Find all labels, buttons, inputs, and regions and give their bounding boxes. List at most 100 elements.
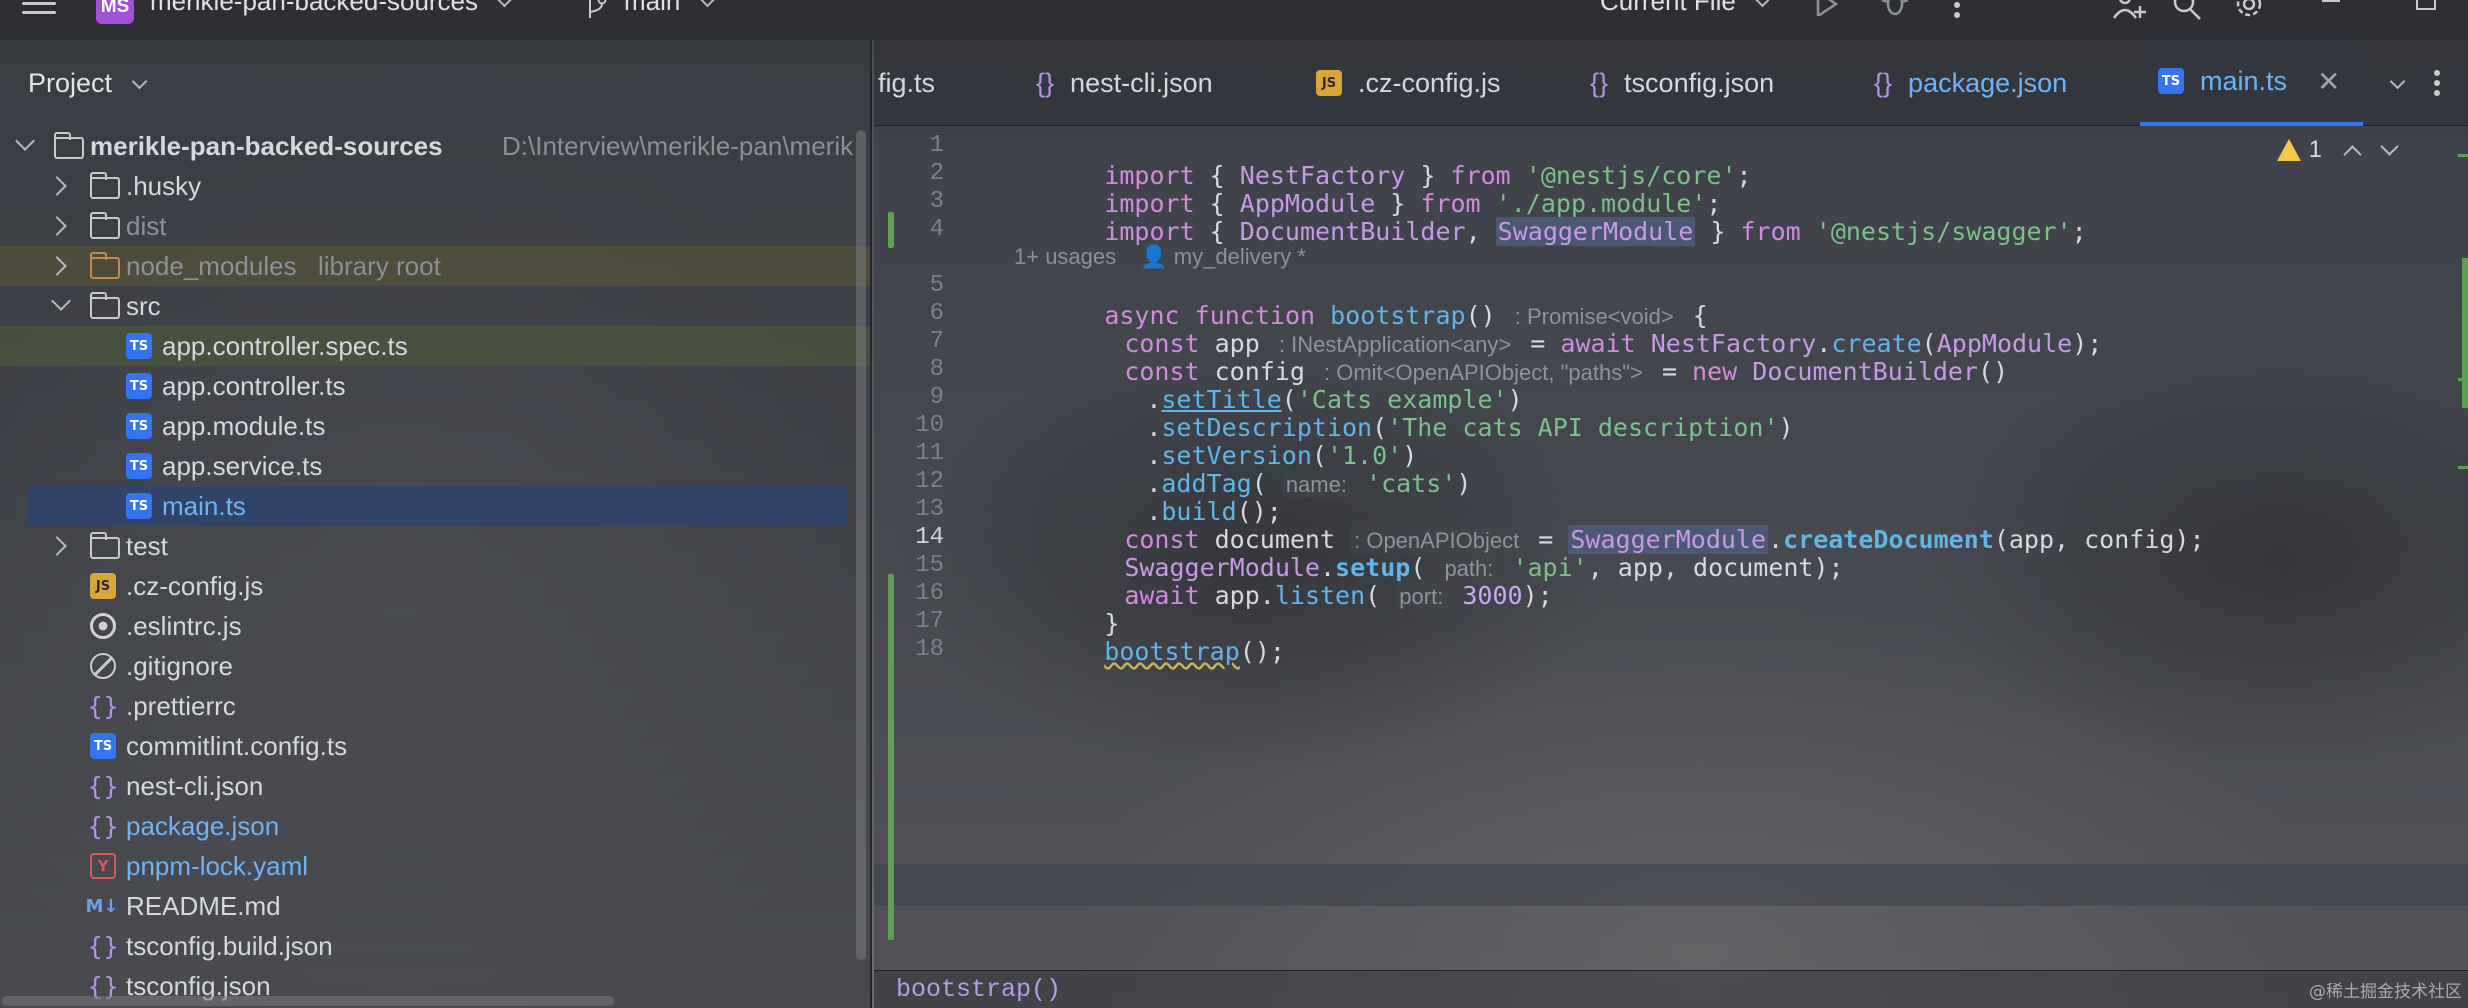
line-number: 2	[929, 160, 944, 187]
tree-item-commitlint-config[interactable]: TS commitlint.config.ts	[0, 726, 870, 766]
tab-package-json[interactable]: {} package.json	[1874, 40, 2067, 126]
expand-arrow-icon[interactable]	[47, 176, 67, 196]
markdown-file-icon: M↓	[85, 895, 119, 917]
breadcrumb[interactable]: bootstrap()	[896, 975, 1061, 1004]
scroll-marker	[2458, 466, 2468, 469]
author-hint: my_delivery *	[1173, 244, 1306, 269]
folder-icon	[89, 172, 120, 199]
search-icon[interactable]	[2172, 0, 2202, 20]
project-panel-header[interactable]: Project	[28, 68, 147, 99]
tree-item-label: package.json	[126, 810, 280, 841]
tree-item-cz-config[interactable]: JS .cz-config.js	[0, 566, 870, 606]
tree-item-package-json[interactable]: {} package.json	[0, 806, 870, 846]
code-line-17: bootstrap();	[1104, 637, 1285, 666]
current-line-highlight	[874, 864, 2468, 906]
expand-arrow-icon[interactable]	[47, 216, 67, 236]
tree-item-prettierrc[interactable]: {} .prettierrc	[0, 686, 870, 726]
add-user-icon[interactable]	[2112, 0, 2146, 20]
expand-arrow-icon[interactable]	[47, 256, 67, 276]
tree-item-gitignore[interactable]: .gitignore	[0, 646, 870, 686]
tree-item-husky[interactable]: .husky	[0, 166, 870, 206]
tree-item-label: .eslintrc.js	[126, 610, 242, 641]
tree-item-app-service[interactable]: TS app.service.ts	[0, 446, 870, 486]
branch-name: main	[624, 0, 681, 16]
line-number: 18	[915, 636, 944, 663]
folder-icon	[89, 532, 120, 559]
project-horizontal-scrollbar[interactable]	[2, 996, 614, 1006]
line-number: 17	[915, 608, 944, 635]
typescript-file-icon: TS	[126, 493, 152, 519]
typescript-file-icon: TS	[126, 373, 152, 399]
tree-item-node-modules[interactable]: node_modules library root	[0, 246, 870, 286]
chevron-down-icon	[131, 73, 147, 90]
line-number-current: 14	[915, 524, 944, 551]
tree-item-pnpm-lock[interactable]: Y pnpm-lock.yaml	[0, 846, 870, 886]
next-highlight-icon[interactable]	[2380, 136, 2399, 156]
tab-list-chevron-icon[interactable]	[2389, 73, 2406, 90]
watermark: @稀土掘金技术社区	[2309, 982, 2462, 1002]
tree-item-src[interactable]: src	[0, 286, 870, 326]
tab-more-actions-icon[interactable]	[2432, 70, 2442, 96]
json-file-icon: {}	[87, 931, 119, 961]
expand-arrow-icon[interactable]	[15, 131, 35, 151]
typescript-file-icon: TS	[126, 453, 152, 479]
tab-tsconfig-json[interactable]: {} tsconfig.json	[1590, 40, 1774, 126]
code-vision-hint[interactable]: 1+ usages 👤 my_delivery *	[1014, 244, 1306, 270]
run-icon[interactable]	[1812, 0, 1840, 16]
tree-item-main-ts[interactable]: TS main.ts	[28, 486, 848, 526]
line-number: 9	[929, 384, 944, 411]
json-file-icon: {}	[1590, 67, 1609, 98]
tree-item-tsconfig-build[interactable]: {} tsconfig.build.json	[0, 926, 870, 966]
tree-item-label: .husky	[126, 170, 202, 201]
tree-item-label: README.md	[126, 890, 281, 921]
project-vertical-scrollbar[interactable]	[856, 130, 866, 960]
tab-cz-config-js[interactable]: JS .cz-config.js	[1316, 40, 1501, 126]
scroll-marker	[2462, 258, 2468, 408]
close-tab-icon[interactable]: ✕	[2317, 65, 2340, 98]
chevron-down-icon	[496, 0, 513, 8]
project-switcher[interactable]: merikle-pan-backed-sources	[150, 0, 513, 17]
line-number: 10	[915, 412, 944, 439]
tab-main-ts[interactable]: TS main.ts ✕	[2140, 40, 2363, 126]
minimize-window-icon[interactable]	[2322, 0, 2340, 4]
tab-config-ts[interactable]: fig.ts	[878, 40, 935, 126]
tree-item-eslintrc[interactable]: .eslintrc.js	[0, 606, 870, 646]
branch-switcher[interactable]: main	[624, 0, 715, 17]
expand-arrow-icon[interactable]	[47, 536, 67, 556]
debug-icon[interactable]	[1880, 0, 1910, 16]
maximize-window-icon[interactable]	[2416, 0, 2436, 10]
tree-item-label: .gitignore	[126, 650, 233, 681]
tree-item-path: D:\Interview\merikle-pan\merik	[502, 130, 854, 161]
tree-item-label: app.service.ts	[162, 450, 323, 481]
eslint-file-icon	[90, 613, 116, 639]
tree-item-app-module[interactable]: TS app.module.ts	[0, 406, 870, 446]
tree-item-readme[interactable]: M↓ README.md	[0, 886, 870, 926]
main-menu-icon[interactable]	[22, 2, 56, 22]
previous-highlight-icon[interactable]	[2343, 144, 2362, 164]
tree-item-app-controller[interactable]: TS app.controller.ts	[0, 366, 870, 406]
warning-icon	[2276, 139, 2301, 161]
project-badge[interactable]: MS	[96, 0, 134, 24]
param-hint: port:	[1395, 583, 1448, 610]
tree-item-root[interactable]: merikle-pan-backed-sources D:\Interview\…	[0, 126, 870, 166]
tree-item-label: app.module.ts	[162, 410, 326, 441]
inspection-widget[interactable]: 1	[2276, 136, 2399, 164]
scroll-marker	[2458, 154, 2468, 157]
run-configuration-select[interactable]: Current File	[1600, 0, 1771, 17]
tree-item-nest-cli[interactable]: {} nest-cli.json	[0, 766, 870, 806]
tab-nest-cli-json[interactable]: {} nest-cli.json	[1036, 40, 1213, 126]
code-editor[interactable]: 1 1 2 3 4 5 6 7 8 9 10 11 12 13 14 15 16…	[874, 126, 2468, 970]
line-number: 11	[915, 440, 944, 467]
chevron-down-icon	[1754, 0, 1771, 8]
tree-item-test[interactable]: test	[0, 526, 870, 566]
tree-item-dist[interactable]: dist	[0, 206, 870, 246]
tree-item-label: pnpm-lock.yaml	[126, 850, 309, 881]
tree-item-app-controller-spec[interactable]: TS app.controller.spec.ts	[0, 326, 870, 366]
json-file-icon: {}	[1036, 67, 1055, 98]
tree-item-label: app.controller.spec.ts	[162, 330, 408, 361]
project-panel-title: Project	[28, 68, 113, 98]
expand-arrow-icon[interactable]	[51, 291, 71, 311]
usages-hint[interactable]: 1+ usages	[1014, 244, 1116, 269]
settings-gear-icon[interactable]	[2234, 0, 2264, 20]
more-actions-icon[interactable]	[1952, 0, 1962, 18]
